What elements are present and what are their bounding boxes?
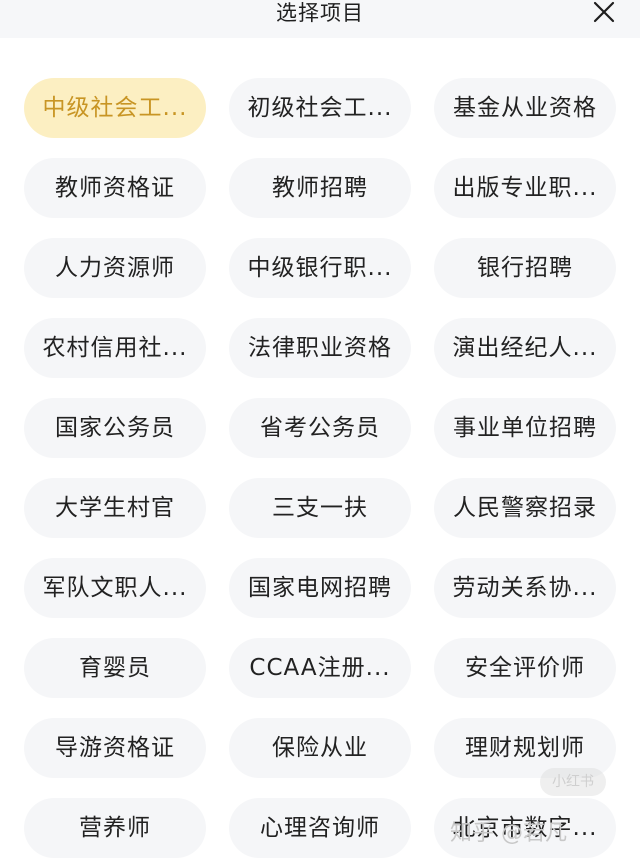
- project-option-chip[interactable]: 安全评价师: [434, 638, 616, 698]
- close-icon[interactable]: [589, 0, 619, 26]
- project-option-chip[interactable]: 三支一扶: [229, 478, 411, 538]
- project-option-chip[interactable]: 初级社会工...: [229, 78, 411, 138]
- project-option-chip[interactable]: 教师招聘: [229, 158, 411, 218]
- project-option-chip[interactable]: 人民警察招录: [434, 478, 616, 538]
- project-option-chip[interactable]: 国家电网招聘: [229, 558, 411, 618]
- project-option-chip[interactable]: 事业单位招聘: [434, 398, 616, 458]
- project-option-chip[interactable]: 育婴员: [24, 638, 206, 698]
- project-option-chip[interactable]: 中级社会工...: [24, 78, 206, 138]
- project-option-chip[interactable]: 大学生村官: [24, 478, 206, 538]
- project-option-chip[interactable]: 军队文职人...: [24, 558, 206, 618]
- project-option-chip[interactable]: 营养师: [24, 798, 206, 858]
- project-option-chip[interactable]: CCAA注册...: [229, 638, 411, 698]
- project-option-chip[interactable]: 保险从业: [229, 718, 411, 778]
- project-option-chip[interactable]: 人力资源师: [24, 238, 206, 298]
- watermark-badge: 小红书: [540, 768, 606, 796]
- project-option-chip[interactable]: 出版专业职...: [434, 158, 616, 218]
- project-option-chip[interactable]: 法律职业资格: [229, 318, 411, 378]
- project-options-grid: 中级社会工... 初级社会工... 基金从业资格教师资格证 教师招聘 出版专业职... 人…: [24, 78, 616, 858]
- project-option-chip[interactable]: 中级银行职...: [229, 238, 411, 298]
- project-option-chip[interactable]: 演出经纪人...: [434, 318, 616, 378]
- project-option-chip[interactable]: 基金从业资格: [434, 78, 616, 138]
- project-option-chip[interactable]: 银行招聘: [434, 238, 616, 298]
- project-option-chip[interactable]: 教师资格证: [24, 158, 206, 218]
- project-option-chip[interactable]: 国家公务员: [24, 398, 206, 458]
- project-option-chip[interactable]: 导游资格证: [24, 718, 206, 778]
- project-option-chip[interactable]: 北京市数字...: [434, 798, 616, 858]
- close-button[interactable]: [589, 0, 619, 26]
- project-option-chip[interactable]: 农村信用社...: [24, 318, 206, 378]
- page-title: 选择项目: [276, 1, 364, 25]
- project-option-chip[interactable]: 心理咨询师: [229, 798, 411, 858]
- header-bar: 选择项目: [0, 0, 640, 38]
- project-option-chip[interactable]: 省考公务员: [229, 398, 411, 458]
- project-option-chip[interactable]: 劳动关系协...: [434, 558, 616, 618]
